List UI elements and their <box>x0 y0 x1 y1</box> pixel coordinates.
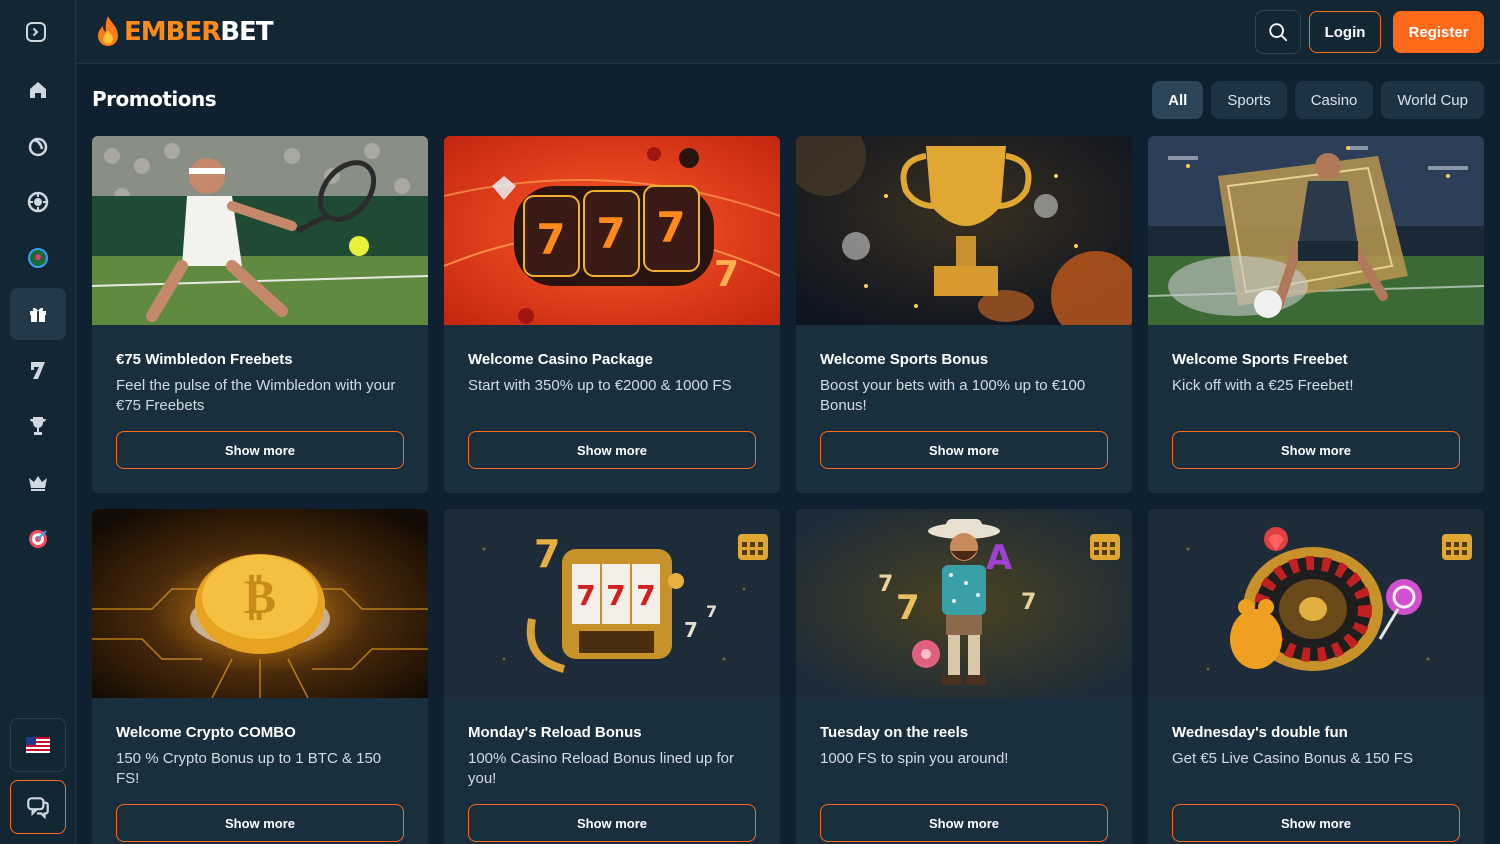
promo-title: Monday's Reload Bonus <box>468 724 642 741</box>
show-more-button[interactable]: Show more <box>468 804 756 842</box>
promo-description: 1000 FS to spin you around! <box>820 750 1009 767</box>
show-more-button[interactable]: Show more <box>820 431 1108 469</box>
sidebar-item-sports[interactable] <box>10 120 66 172</box>
promo-image-roulette <box>1148 509 1484 698</box>
home-icon <box>30 82 46 98</box>
sidebar-item-vip[interactable] <box>10 456 66 508</box>
target-icon <box>29 530 47 548</box>
svg-text:A: A <box>986 538 1013 578</box>
promo-title: Wednesday's double fun <box>1172 724 1348 741</box>
svg-text:7: 7 <box>636 579 655 612</box>
gift-icon <box>30 307 46 322</box>
show-more-button[interactable]: Show more <box>468 431 756 469</box>
promotion-filters: All Sports Casino World Cup <box>1152 81 1484 119</box>
search-icon <box>1269 23 1288 42</box>
promo-card: Wednesday's double fun Get €5 Live Casin… <box>1148 509 1484 844</box>
svg-text:7: 7 <box>536 215 565 264</box>
promo-card: 7 7 7 7 Welcome Casino Package Start wit… <box>444 136 780 493</box>
promo-card: Welcome Sports Freebet Kick off with a €… <box>1148 136 1484 493</box>
filter-world-cup[interactable]: World Cup <box>1381 81 1484 119</box>
svg-text:7: 7 <box>606 579 625 612</box>
promo-image-trophy <box>796 136 1132 325</box>
us-flag-icon <box>26 737 50 753</box>
promo-image-tennis <box>92 136 428 325</box>
login-button[interactable]: Login <box>1309 11 1381 53</box>
svg-text:₿: ₿ <box>244 569 276 625</box>
language-selector[interactable] <box>10 718 66 772</box>
svg-text:7: 7 <box>878 572 893 597</box>
promo-title: Tuesday on the reels <box>820 724 969 741</box>
promo-title: Welcome Crypto COMBO <box>116 724 296 741</box>
sidebar-item-tournaments[interactable] <box>10 400 66 452</box>
svg-text:7: 7 <box>596 209 625 258</box>
promo-description: 150 % Crypto Bonus up to 1 BTC & 150 FS! <box>116 750 382 787</box>
svg-text:7: 7 <box>1021 590 1036 615</box>
top-header: EMBERBET Login Register <box>76 0 1500 64</box>
crown-icon <box>29 476 47 491</box>
sidebar-item-missions[interactable] <box>10 512 66 564</box>
promo-title: Welcome Sports Bonus <box>820 351 989 368</box>
promo-description: Get €5 Live Casino Bonus & 150 FS <box>1172 750 1413 767</box>
promo-title: €75 Wimbledon Freebets <box>116 351 293 368</box>
promo-description: 100% Casino Reload Bonus lined up for yo… <box>468 750 735 787</box>
promo-description: Start with 350% up to €2000 & 1000 FS <box>468 377 732 394</box>
brand-name-part2: BET <box>220 17 273 47</box>
promo-image-cowboy: A 7 7 7 <box>796 509 1132 698</box>
show-more-button[interactable]: Show more <box>1172 804 1460 842</box>
promo-description: Boost your bets with a 100% up to €100 B… <box>820 377 1086 414</box>
sidebar <box>0 0 76 844</box>
svg-text:7: 7 <box>706 602 717 621</box>
brand-name-part1: EMBER <box>124 17 221 47</box>
filter-casino[interactable]: Casino <box>1294 81 1374 119</box>
brand-name: EMBERBET <box>124 17 274 47</box>
promo-card: A 7 7 7 Tuesday on the reels 1000 FS to … <box>796 509 1132 844</box>
show-more-button[interactable]: Show more <box>1172 431 1460 469</box>
promo-image-bitcoin: ₿ <box>92 509 428 698</box>
svg-text:7: 7 <box>896 588 920 628</box>
sidebar-item-home[interactable] <box>10 64 66 116</box>
sidebar-item-casino[interactable] <box>10 176 66 228</box>
chat-button[interactable] <box>10 780 66 834</box>
svg-text:7: 7 <box>684 618 698 642</box>
brand-logo[interactable]: EMBERBET <box>94 14 274 50</box>
promo-card: ₿ Welcome Crypto COMBO 150 % Crypto Bonu… <box>92 509 428 844</box>
chat-icon <box>27 797 49 820</box>
promo-image-slot-red: 7 7 7 7 <box>444 136 780 325</box>
svg-text:7: 7 <box>534 532 560 576</box>
svg-text:7: 7 <box>714 254 739 295</box>
register-button[interactable]: Register <box>1393 11 1484 53</box>
svg-text:7: 7 <box>576 579 595 612</box>
promo-card: €75 Wimbledon Freebets Feel the pulse of… <box>92 136 428 493</box>
flame-icon <box>98 16 118 46</box>
show-more-button[interactable]: Show more <box>820 804 1108 842</box>
app-root: EMBERBET Login Register Promotions All S… <box>0 0 1500 844</box>
promo-description: Feel the pulse of the Wimbledon with you… <box>116 377 396 414</box>
show-more-button[interactable]: Show more <box>116 804 404 842</box>
trophy-icon <box>30 417 46 435</box>
promo-description: Kick off with a €25 Freebet! <box>1172 377 1354 394</box>
sidebar-item-slots[interactable] <box>10 344 66 396</box>
sidebar-toggle-icon[interactable] <box>24 20 48 44</box>
svg-text:7: 7 <box>656 203 685 252</box>
promo-card: 7 7 7 7 7 7 Monday's Reload Bonus 100% C… <box>444 509 780 844</box>
sports-icon <box>28 137 48 157</box>
promo-title: Welcome Sports Freebet <box>1172 351 1348 368</box>
seven-icon <box>31 362 45 379</box>
show-more-button[interactable]: Show more <box>116 431 404 469</box>
promo-card: Welcome Sports Bonus Boost your bets wit… <box>796 136 1132 493</box>
page-title: Promotions <box>92 87 217 111</box>
promo-image-slot-gold: 7 7 7 7 7 7 <box>444 509 780 698</box>
sidebar-item-football[interactable] <box>10 232 66 284</box>
search-button[interactable] <box>1255 10 1301 54</box>
promo-title: Welcome Casino Package <box>468 351 653 368</box>
sidebar-item-promotions[interactable] <box>10 288 66 340</box>
filter-sports[interactable]: Sports <box>1211 81 1287 119</box>
promo-image-football-ticket <box>1148 136 1484 325</box>
casino-chip-icon <box>27 191 49 213</box>
football-icon <box>28 248 48 268</box>
promotions-grid: €75 Wimbledon Freebets Feel the pulse of… <box>92 136 1484 844</box>
filter-all[interactable]: All <box>1152 81 1204 119</box>
